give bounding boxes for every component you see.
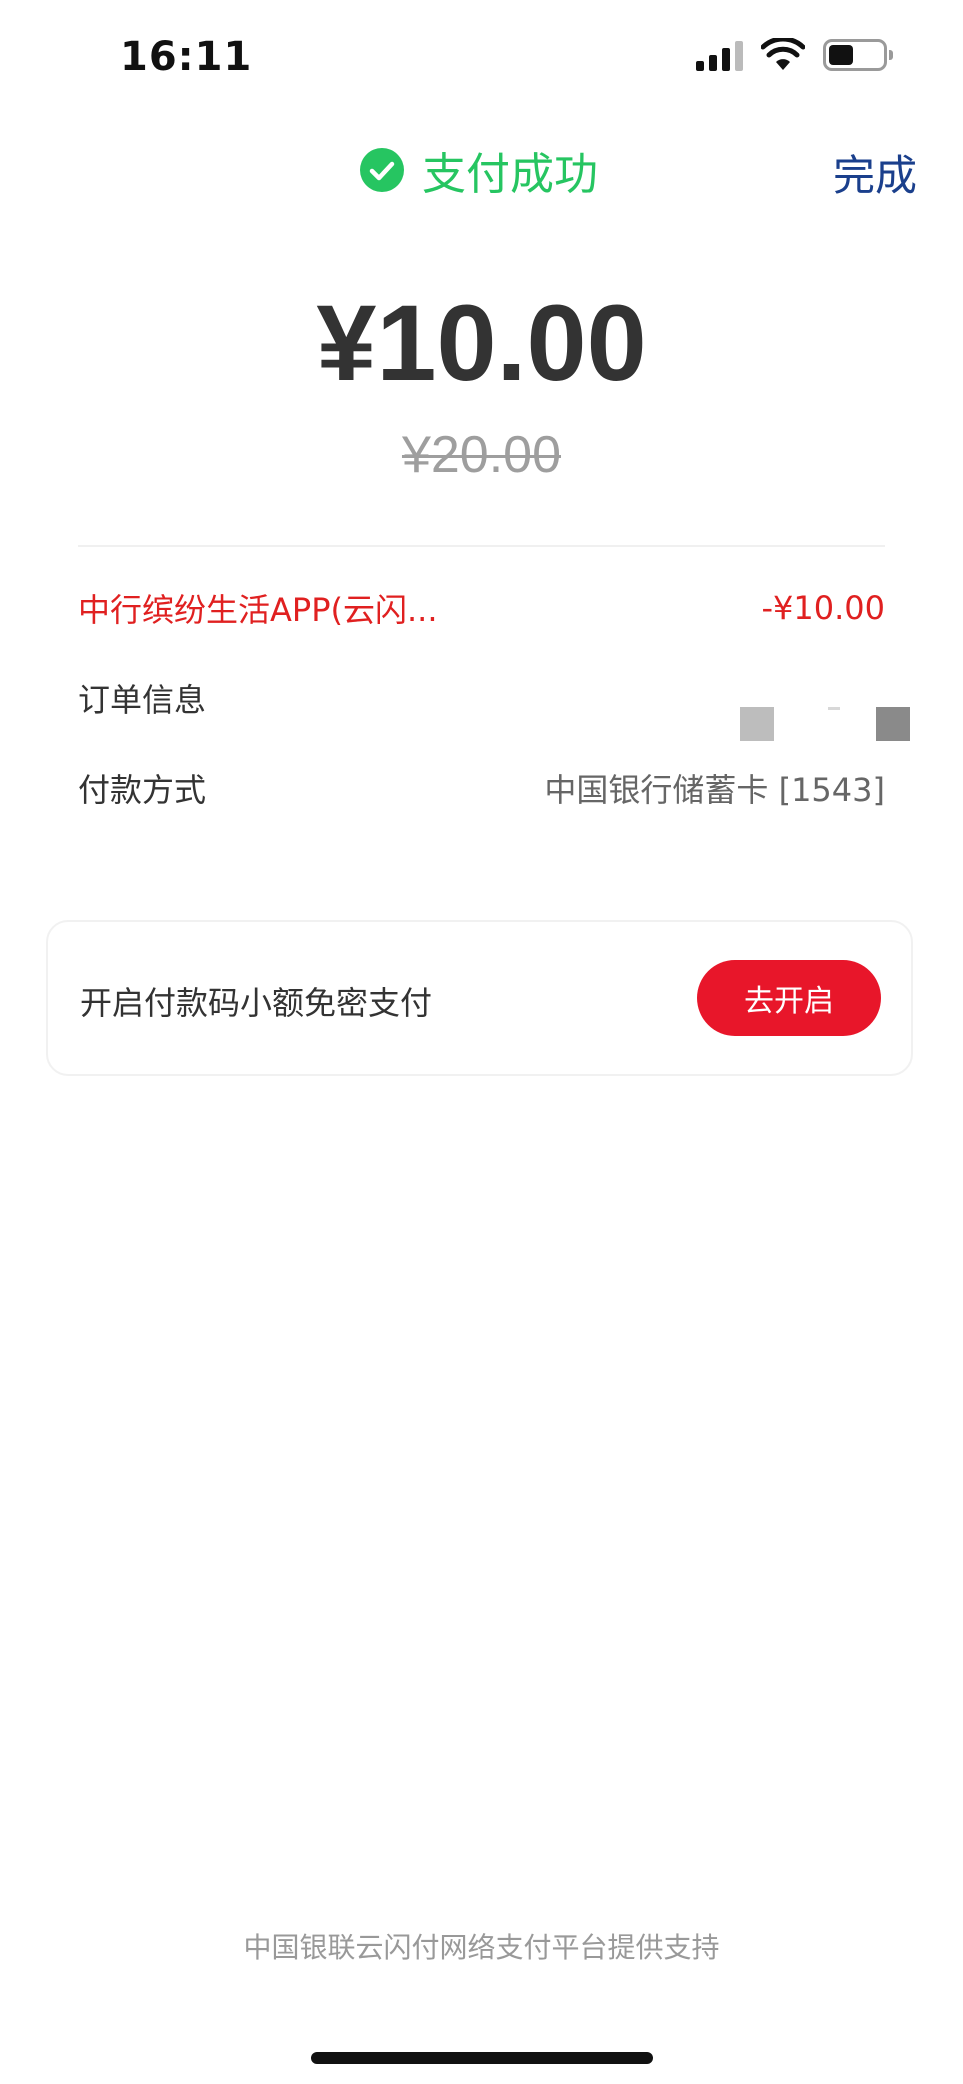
payment-method-row: 付款方式 中国银行储蓄卡 [1543] [78,765,885,811]
status-bar: 16:11 [0,0,963,110]
original-amount: ¥20.00 [401,426,562,484]
promo-card: 开启付款码小额免密支付 去开启 [46,920,913,1076]
wifi-icon [761,38,805,70]
done-button[interactable]: 完成 [833,142,917,203]
promo-text: 开启付款码小额免密支付 [80,984,433,1022]
battery-icon [823,39,893,71]
header: 支付成功 完成 [0,130,963,210]
footer-text: 中国银联云闪付网络支付平台提供支持 [243,1931,720,1964]
battery-level [829,45,853,65]
order-info-label: 订单信息 [78,681,207,719]
payment-method-value: 中国银行储蓄卡 [1543] [544,771,885,809]
payment-success-screen: 16:11 支付成功 完成 ¥10.00 ¥20.00 中行缤纷生活APP(云闪… [0,0,963,2084]
home-indicator[interactable] [311,2052,653,2064]
divider [78,545,885,547]
enable-button[interactable]: 去开启 [697,960,881,1036]
merchant-row[interactable]: 中行缤纷生活APP(云闪... -¥10.00 [78,585,885,631]
merchant-amount: -¥10.00 [761,589,885,627]
merchant-label: 中行缤纷生活APP(云闪... [78,591,438,629]
status-icons [696,38,893,72]
page-title: 支付成功 [422,149,598,200]
paid-amount: ¥10.00 [316,282,647,403]
payment-method-label: 付款方式 [78,771,207,809]
order-info-masked-value [740,707,920,743]
success-title: 支付成功 [360,138,598,202]
signal-icon [696,39,743,71]
status-time: 16:11 [120,34,253,80]
check-circle-icon [360,148,404,192]
